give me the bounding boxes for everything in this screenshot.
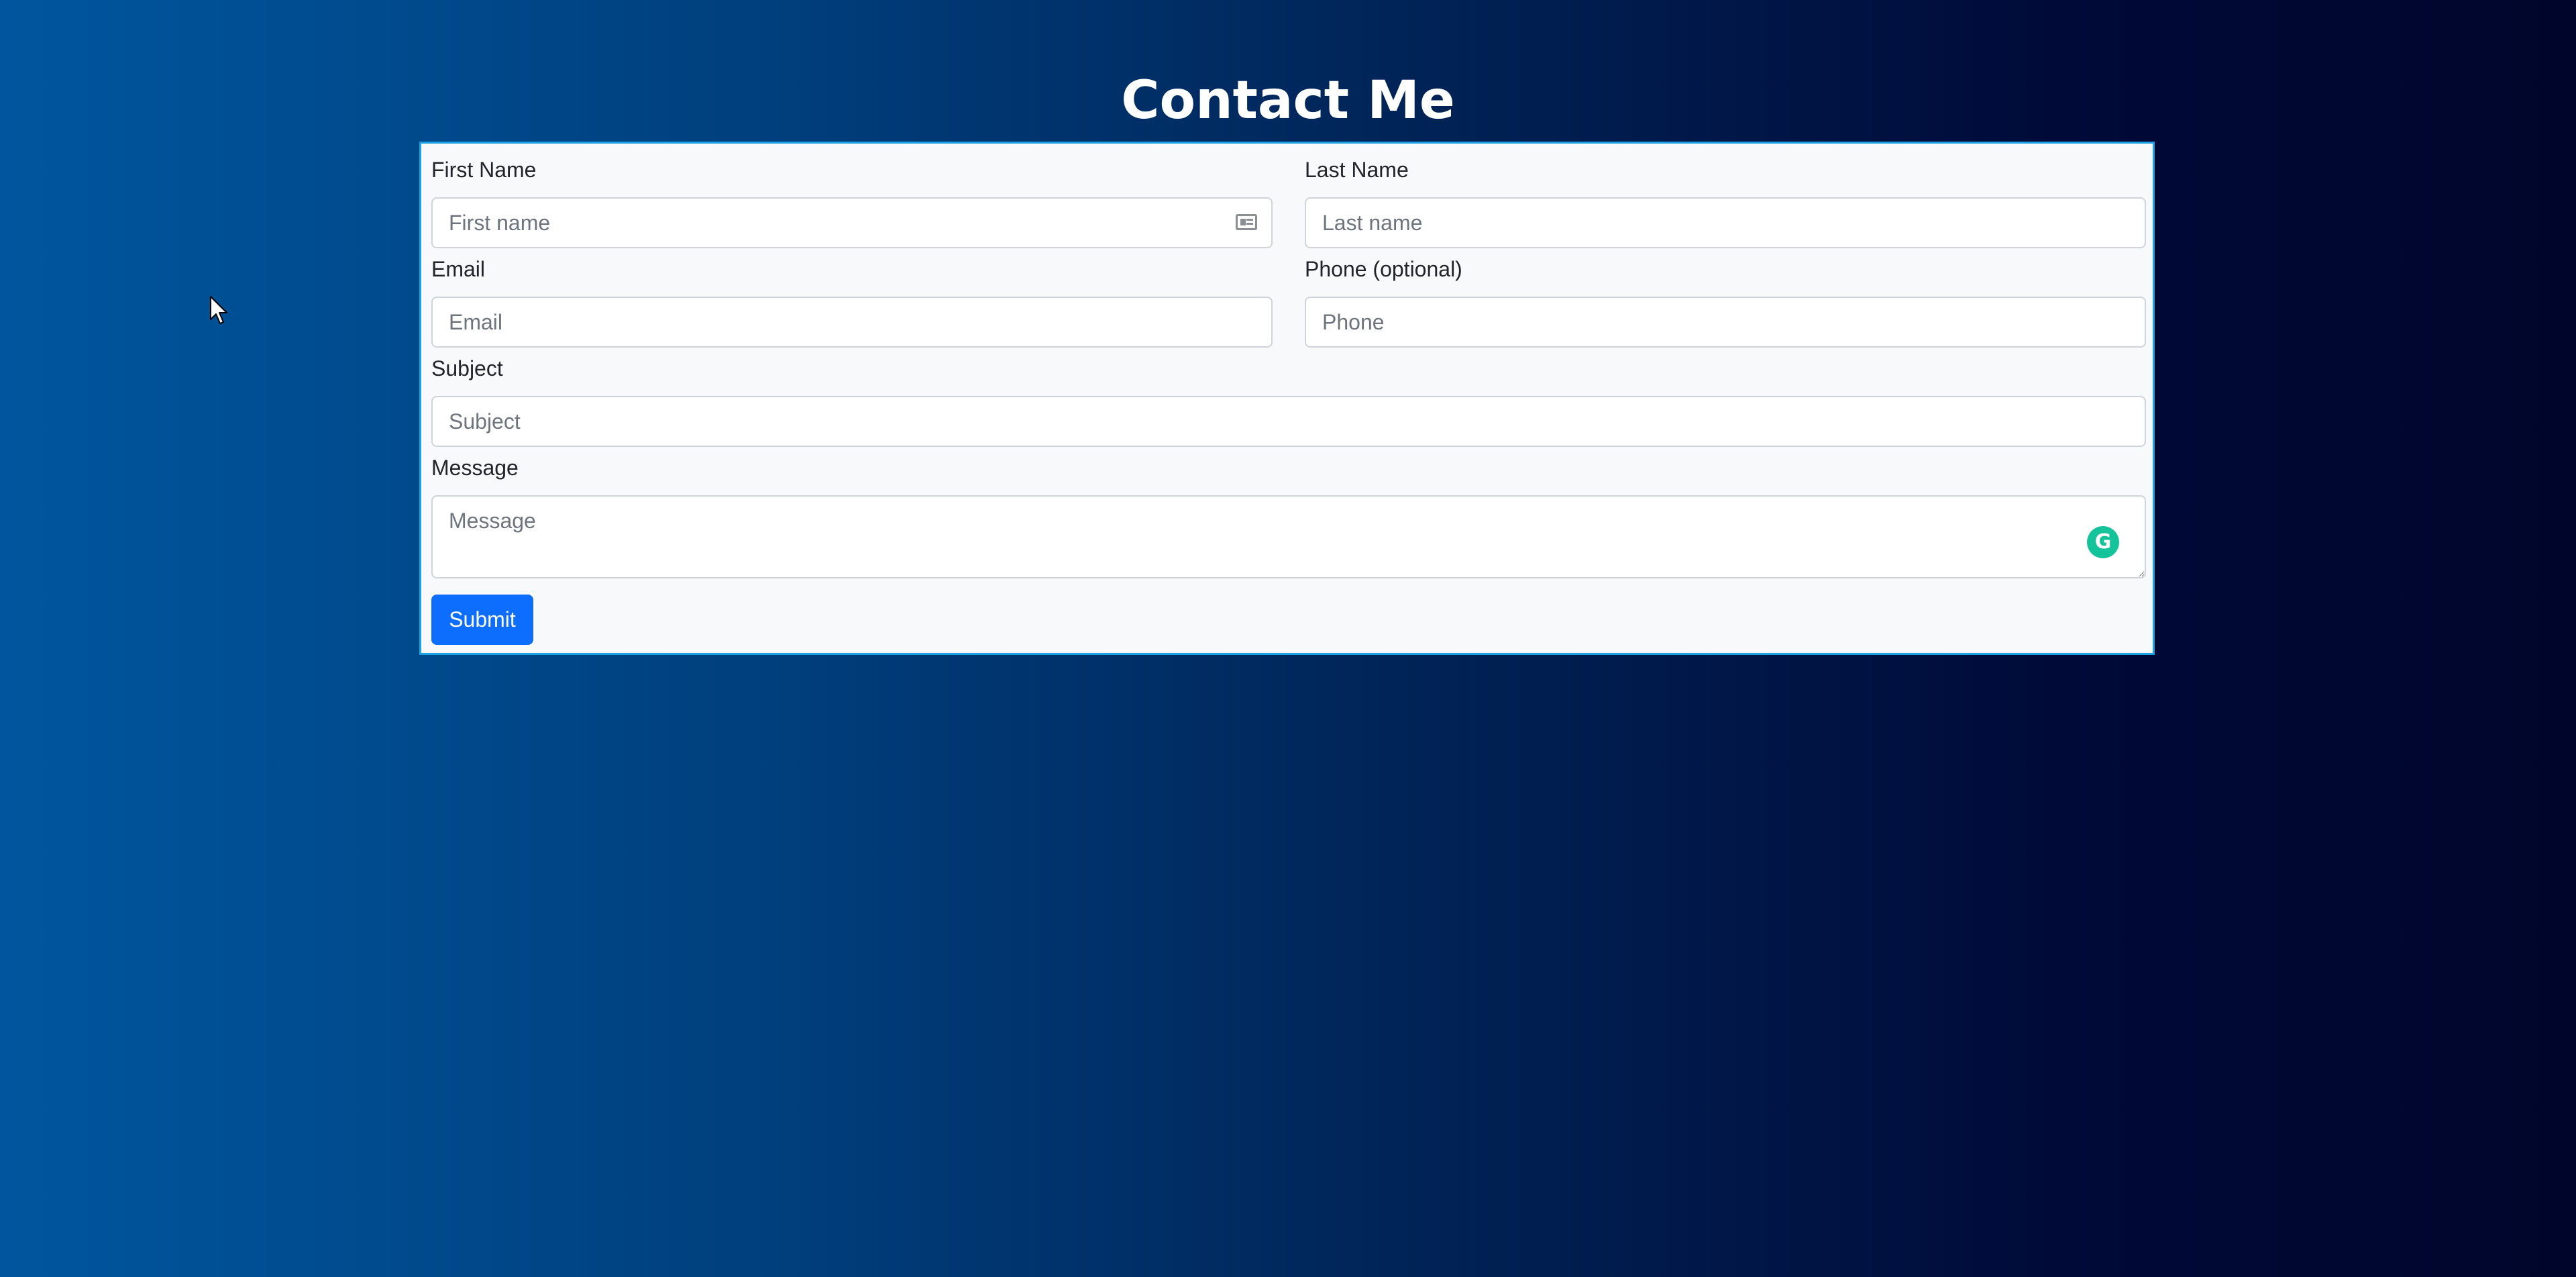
first-name-input[interactable] xyxy=(431,197,1273,248)
submit-button[interactable]: Submit xyxy=(431,595,533,645)
mouse-cursor-icon xyxy=(210,296,227,324)
message-label: Message xyxy=(431,456,519,480)
email-input[interactable] xyxy=(431,297,1273,348)
first-name-label: First Name xyxy=(431,158,537,182)
message-textarea[interactable] xyxy=(431,495,2146,578)
contact-card-icon[interactable] xyxy=(1236,214,1257,230)
subject-label: Subject xyxy=(431,356,503,380)
phone-input[interactable] xyxy=(1305,297,2146,348)
last-name-label: Last Name xyxy=(1305,158,1409,182)
phone-label: Phone (optional) xyxy=(1305,257,1462,281)
subject-input[interactable] xyxy=(431,396,2146,447)
grammarly-icon[interactable]: G xyxy=(2087,526,2119,558)
email-label: Email xyxy=(431,257,486,281)
contact-form: First Name Last Name Email Phone (option… xyxy=(419,142,2155,655)
page-title: Contact Me xyxy=(1121,70,1455,131)
last-name-input[interactable] xyxy=(1305,197,2146,248)
